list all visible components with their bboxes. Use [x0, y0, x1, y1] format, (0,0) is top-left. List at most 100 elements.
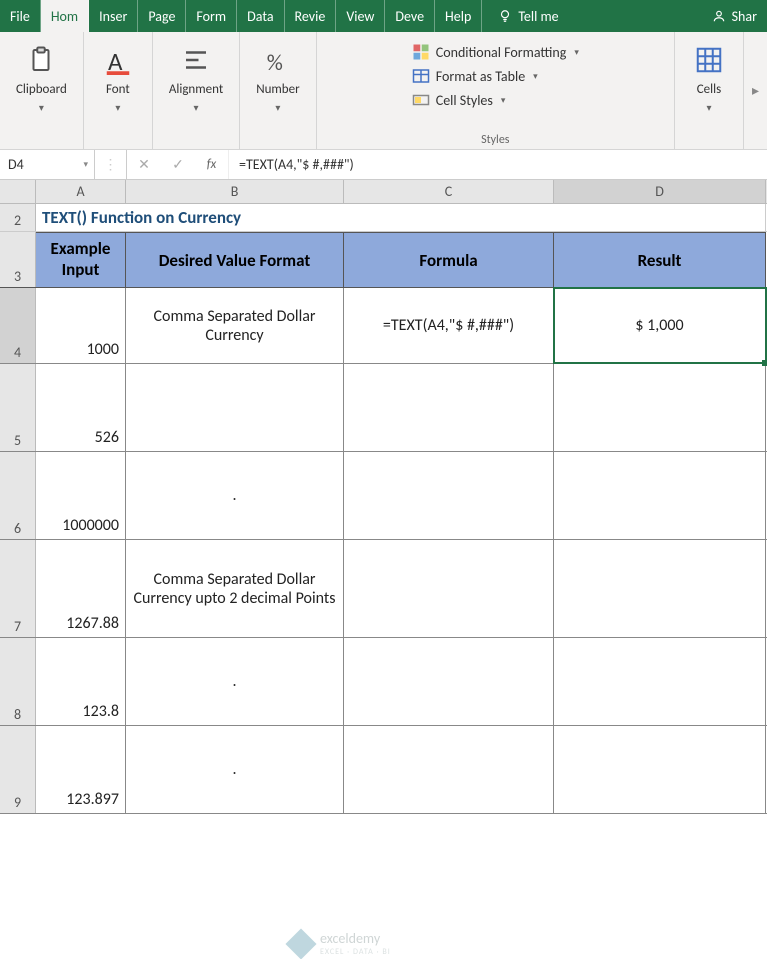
cell-a5[interactable]: 526	[36, 364, 126, 451]
share-label: Shar	[732, 8, 757, 25]
row-header-6[interactable]: 6	[0, 452, 36, 539]
ribbon-tabs: File Hom Inser Page Form Data Revie View…	[0, 0, 767, 32]
cell-b8[interactable]: .	[126, 638, 344, 725]
clipboard-icon	[23, 42, 59, 78]
cell-header-a[interactable]: Example Input	[36, 232, 126, 287]
row-3: 3 Example Input Desired Value Format For…	[0, 232, 767, 288]
tab-page-layout[interactable]: Page	[138, 0, 186, 32]
row-9: 9 123.897 .	[0, 726, 767, 814]
cell-d5[interactable]	[554, 364, 766, 451]
chevron-right-icon: ▸	[752, 82, 759, 99]
cell-d7[interactable]	[554, 540, 766, 637]
watermark-name: exceldemy	[320, 930, 380, 947]
row-6: 6 1000000 .	[0, 452, 767, 540]
column-headers: A B C D	[0, 180, 767, 204]
font-icon: A	[100, 42, 136, 78]
tab-file[interactable]: File	[0, 0, 41, 32]
fx-icon: fx	[207, 157, 217, 172]
cell-a8[interactable]: 123.8	[36, 638, 126, 725]
cell-styles-button[interactable]: Cell Styles ▾	[412, 88, 579, 112]
insert-function-button[interactable]: fx	[195, 150, 229, 179]
tab-data[interactable]: Data	[237, 0, 284, 32]
cell-d4[interactable]: $ 1,000	[554, 288, 766, 363]
tab-review[interactable]: Revie	[285, 0, 337, 32]
cell-header-d[interactable]: Result	[554, 232, 766, 287]
font-label: Font	[106, 82, 130, 97]
cell-d8[interactable]	[554, 638, 766, 725]
row-header-9[interactable]: 9	[0, 726, 36, 813]
conditional-formatting-button[interactable]: Conditional Formatting ▾	[412, 40, 579, 64]
column-header-c[interactable]: C	[344, 180, 554, 203]
cell-c9[interactable]	[344, 726, 554, 813]
cell-c4[interactable]: =TEXT(A4,"$ #,###")	[344, 288, 554, 363]
lightbulb-icon	[498, 9, 512, 23]
x-icon: ✕	[138, 156, 150, 173]
cell-c8[interactable]	[344, 638, 554, 725]
formula-input[interactable]: =TEXT(A4,"$ #,###")	[229, 150, 767, 179]
chevron-down-icon: ▾	[115, 101, 120, 114]
cell-d6[interactable]	[554, 452, 766, 539]
font-button[interactable]: A Font ▾	[94, 38, 142, 118]
cell-title[interactable]: TEXT() Function on Currency	[36, 204, 766, 231]
column-header-d[interactable]: D	[554, 180, 766, 203]
table-icon	[412, 67, 430, 85]
group-number: % Number ▾	[240, 32, 316, 149]
watermark: exceldemy EXCEL · DATA · BI	[290, 930, 391, 957]
cell-b6[interactable]: .	[126, 452, 344, 539]
group-styles: Conditional Formatting ▾ Format as Table…	[317, 32, 675, 149]
cell-a6[interactable]: 1000000	[36, 452, 126, 539]
cell-a4[interactable]: 1000	[36, 288, 126, 363]
row-header-7[interactable]: 7	[0, 540, 36, 637]
tab-view[interactable]: View	[336, 0, 385, 32]
ribbon-scroll-right[interactable]: ▸	[744, 32, 767, 149]
cell-b5[interactable]	[126, 364, 344, 451]
alignment-button[interactable]: Alignment ▾	[163, 38, 229, 118]
watermark-sub: EXCEL · DATA · BI	[320, 947, 391, 957]
cell-header-b[interactable]: Desired Value Format	[126, 232, 344, 287]
row-header-2[interactable]: 2	[0, 204, 36, 231]
row-header-3[interactable]: 3	[0, 232, 36, 287]
cell-a7[interactable]: 1267.88	[36, 540, 126, 637]
tab-insert[interactable]: Inser	[89, 0, 138, 32]
row-header-8[interactable]: 8	[0, 638, 36, 725]
clipboard-button[interactable]: Clipboard ▾	[10, 38, 73, 118]
number-button[interactable]: % Number ▾	[250, 38, 305, 118]
cell-b9[interactable]: .	[126, 726, 344, 813]
name-box[interactable]: D4	[0, 150, 95, 179]
cell-c6[interactable]	[344, 452, 554, 539]
formula-bar-separator: ⋮	[95, 150, 127, 179]
chevron-down-icon: ▾	[574, 47, 579, 58]
cell-c7[interactable]	[344, 540, 554, 637]
tell-me-search[interactable]: Tell me	[482, 0, 568, 32]
tab-formulas[interactable]: Form	[186, 0, 237, 32]
cell-c5[interactable]	[344, 364, 554, 451]
cells-button[interactable]: Cells ▾	[685, 38, 733, 118]
tell-me-label: Tell me	[518, 8, 558, 25]
tab-help[interactable]: Help	[435, 0, 482, 32]
row-header-4[interactable]: 4	[0, 288, 36, 363]
enter-formula-button[interactable]: ✓	[161, 150, 195, 179]
cell-b4[interactable]: Comma Separated Dollar Currency	[126, 288, 344, 363]
format-as-table-button[interactable]: Format as Table ▾	[412, 64, 579, 88]
svg-text:A: A	[108, 46, 123, 75]
tab-home[interactable]: Hom	[41, 0, 89, 32]
tab-developer[interactable]: Deve	[385, 0, 435, 32]
row-header-5[interactable]: 5	[0, 364, 36, 451]
share-button[interactable]: Shar	[702, 0, 767, 32]
format-as-table-label: Format as Table	[436, 68, 525, 85]
column-header-a[interactable]: A	[36, 180, 126, 203]
select-all-corner[interactable]	[0, 180, 36, 203]
number-label: Number	[256, 82, 299, 97]
row-5: 5 526	[0, 364, 767, 452]
cancel-formula-button[interactable]: ✕	[127, 150, 161, 179]
person-icon	[712, 9, 726, 23]
cell-d9[interactable]	[554, 726, 766, 813]
column-header-b[interactable]: B	[126, 180, 344, 203]
chevron-down-icon: ▾	[533, 71, 538, 82]
ribbon: Clipboard ▾ A Font ▾ Alignment ▾ % Numbe…	[0, 32, 767, 150]
cell-header-c[interactable]: Formula	[344, 232, 554, 287]
cell-a9[interactable]: 123.897	[36, 726, 126, 813]
cell-b7[interactable]: Comma Separated Dollar Currency upto 2 d…	[126, 540, 344, 637]
check-icon: ✓	[172, 156, 184, 173]
svg-text:%: %	[267, 50, 283, 75]
